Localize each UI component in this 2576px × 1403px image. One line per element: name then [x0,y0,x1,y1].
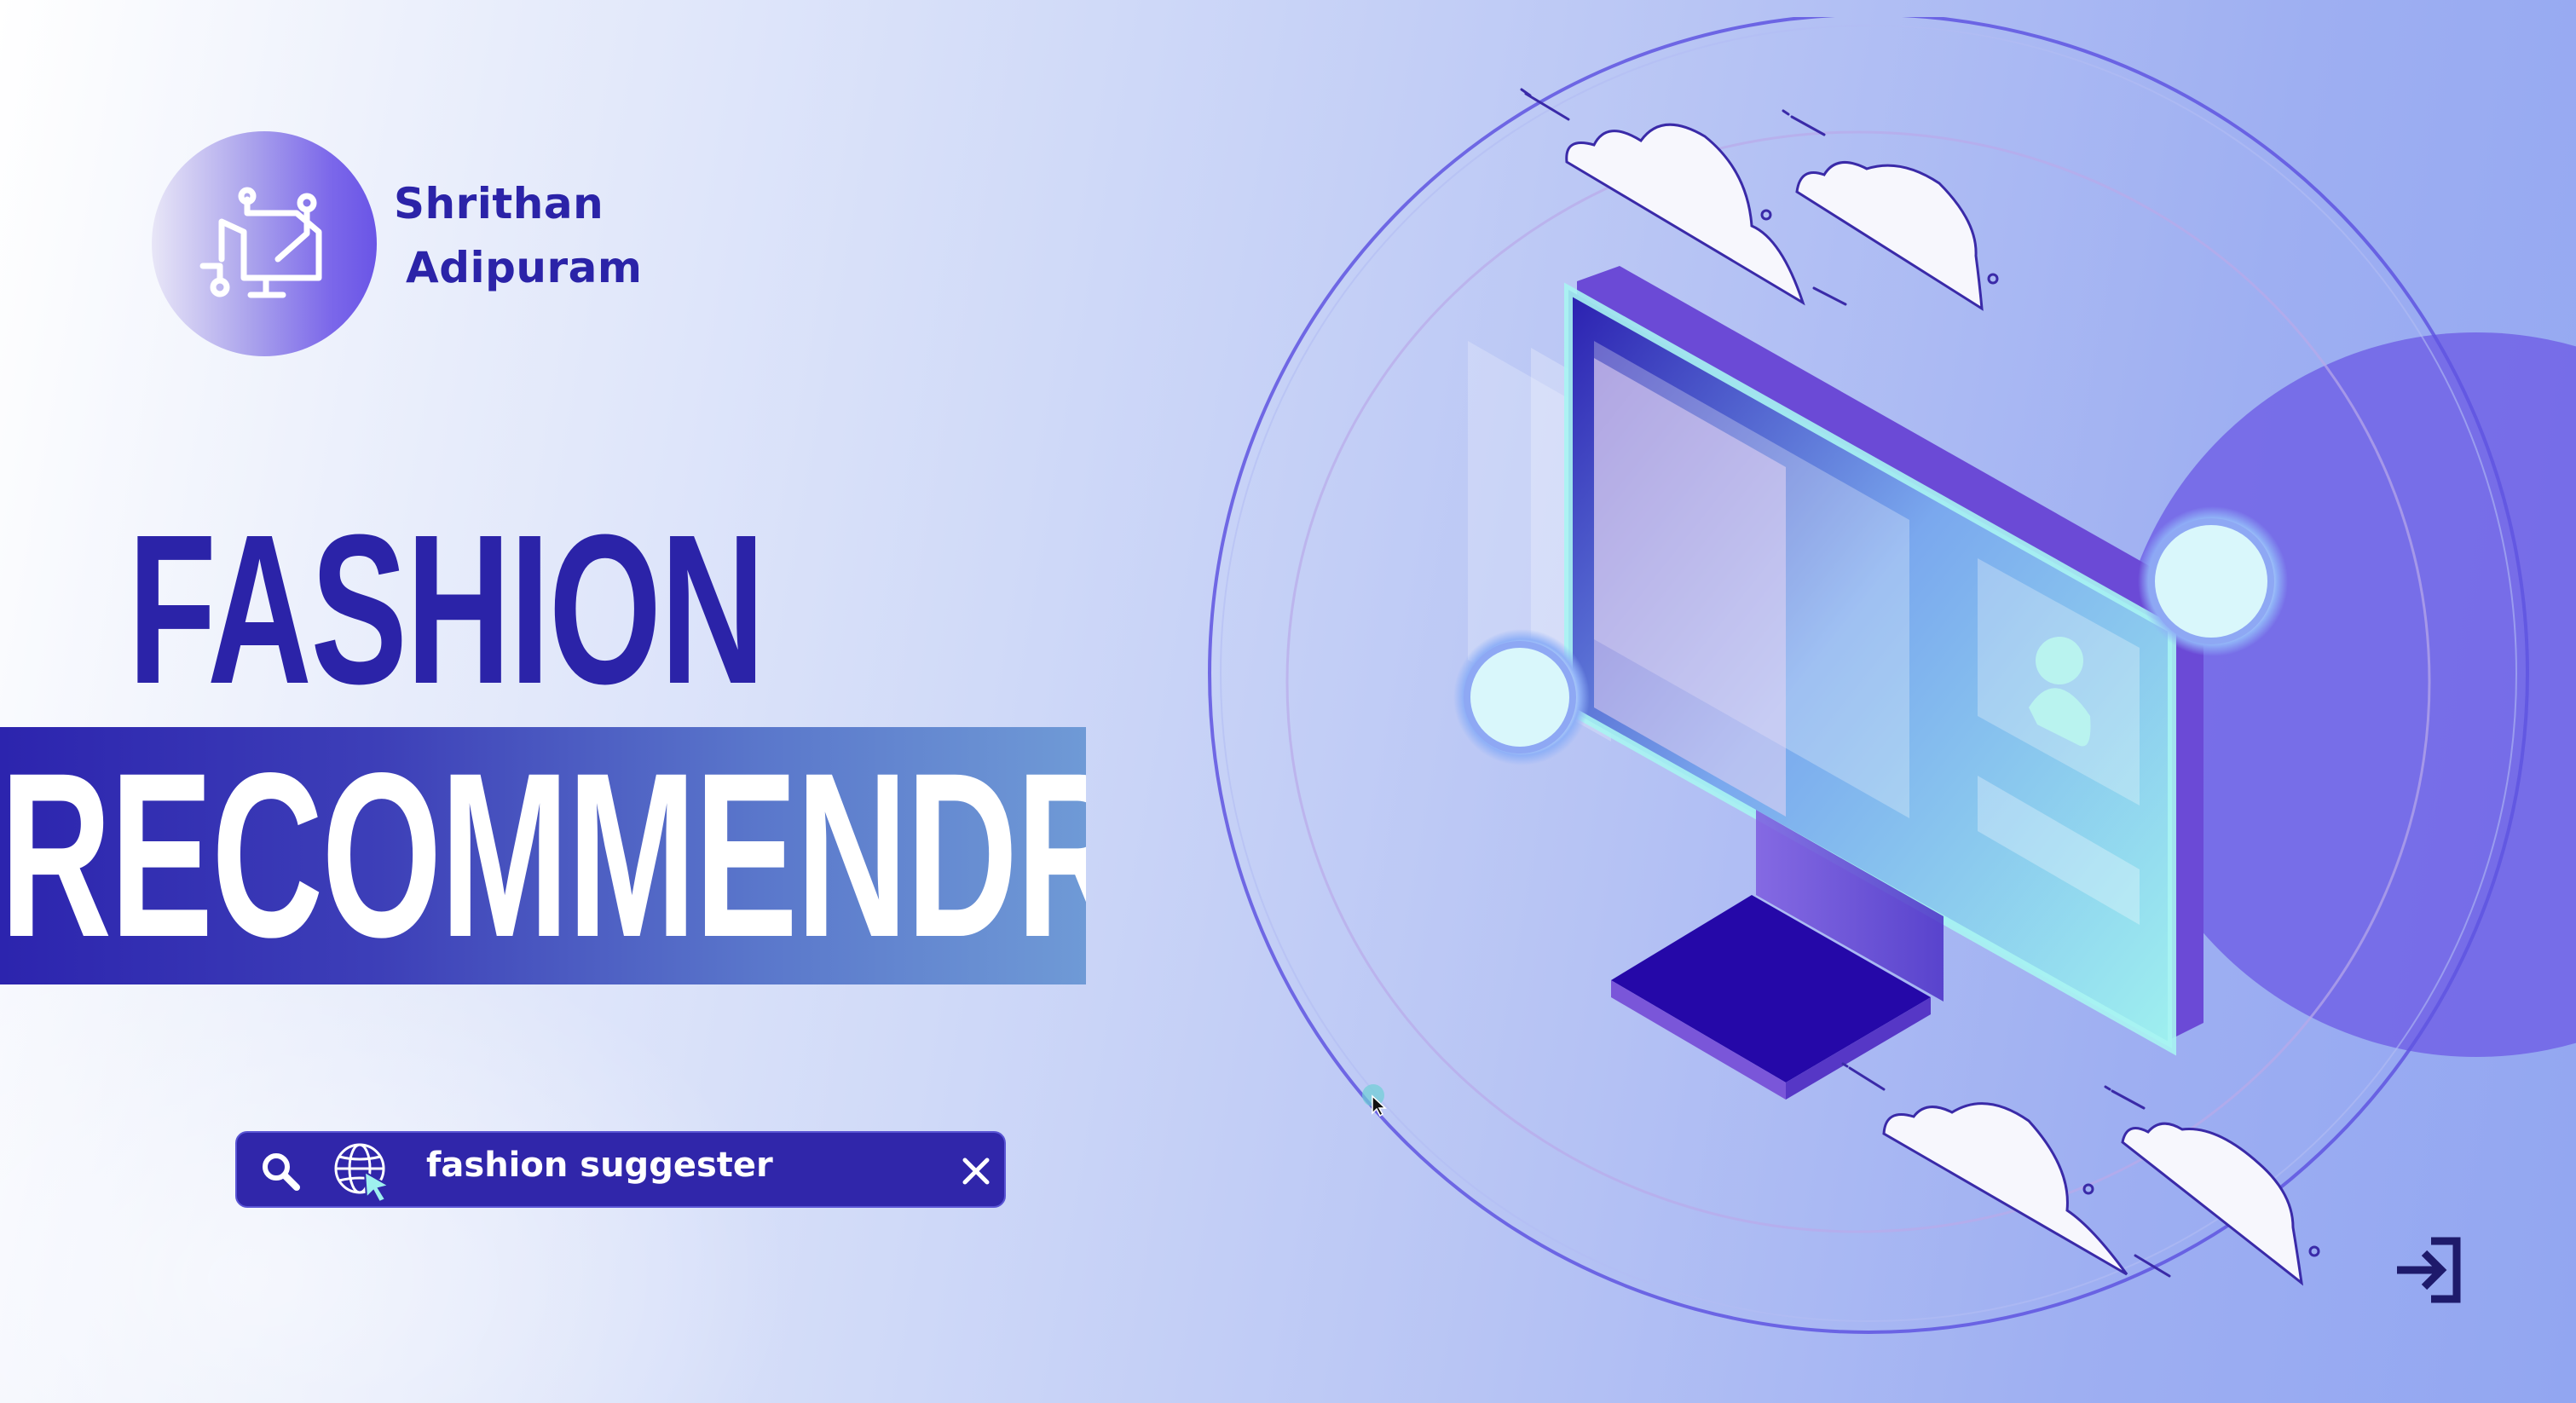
brand-name-line1: Shrithan [394,179,604,228]
brand-logo [152,131,377,356]
brand-name-line2: Adipuram [406,243,643,292]
search-input[interactable]: fashion suggester [426,1133,773,1206]
headline-title: FASHION [128,490,765,728]
close-icon[interactable] [962,1157,991,1186]
search-icon[interactable] [259,1150,302,1192]
mouse-cursor-icon [1362,1084,1387,1117]
headline-subtitle: RECOMMENDR [0,727,1086,984]
headline-banner: RECOMMENDR [0,727,1086,984]
globe-cursor-icon [334,1143,391,1203]
monitor-illustration [1208,17,2576,1334]
exit-icon[interactable] [2392,1234,2463,1306]
monitor-icon [199,187,322,298]
search-bar[interactable]: fashion suggester [235,1131,1006,1208]
